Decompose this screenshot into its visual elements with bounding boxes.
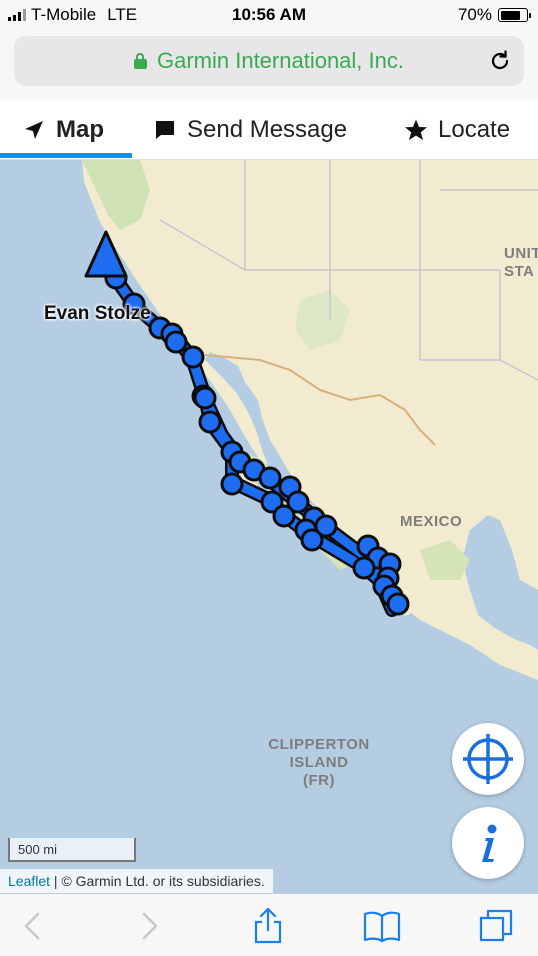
status-right: 70% (457, 5, 531, 25)
back-icon[interactable] (12, 906, 52, 946)
browser-toolbar (0, 893, 538, 956)
battery-icon (498, 8, 531, 22)
status-bar: T-Mobile LTE 10:56 AM 70% (0, 0, 538, 30)
tab-bar: Map Send Message Locate (0, 100, 538, 160)
reload-icon[interactable] (488, 49, 512, 73)
track-point[interactable] (164, 330, 188, 354)
map-view[interactable]: MEXICO UNIT STA CLIPPERTON ISLAND (FR) E… (0, 160, 538, 893)
tabs-icon[interactable] (476, 906, 516, 946)
star-icon (405, 119, 427, 140)
map-scale: 500 mi (8, 838, 136, 862)
info-icon (482, 824, 497, 862)
lock-icon (133, 53, 147, 69)
tab-locate[interactable]: Locate (404, 116, 510, 144)
battery-percent: 70% (457, 5, 492, 24)
address-bar[interactable]: Garmin International, Inc. (14, 36, 524, 86)
track-point[interactable] (300, 528, 324, 552)
tab-locate-label: Locate (438, 116, 511, 143)
share-icon[interactable] (248, 906, 288, 946)
map-attribution: Leaflet | © Garmin Ltd. or its subsidiar… (0, 869, 273, 893)
site-identity: Garmin International, Inc. (14, 48, 524, 74)
info-button[interactable] (452, 807, 524, 879)
locate-me-button[interactable] (452, 723, 524, 795)
track-point[interactable] (181, 345, 205, 369)
navigate-arrow-icon (25, 121, 43, 139)
bookmarks-icon[interactable] (362, 906, 402, 946)
track-point[interactable] (220, 472, 244, 496)
tracker-name-label: Evan Stolze (44, 303, 151, 324)
forward-icon[interactable] (130, 906, 170, 946)
tab-send-message[interactable]: Send Message (153, 116, 347, 144)
leaflet-link[interactable]: Leaflet (8, 873, 50, 889)
attribution-text: | © Garmin Ltd. or its subsidiaries. (50, 873, 265, 889)
track-point[interactable] (272, 504, 296, 528)
chat-bubble-icon (156, 121, 174, 139)
track-point[interactable] (198, 410, 222, 434)
track-point[interactable] (258, 466, 282, 490)
tab-map[interactable]: Map (22, 116, 104, 144)
active-tab-indicator (0, 153, 132, 158)
site-title: Garmin International, Inc. (156, 48, 404, 73)
tab-map-label: Map (56, 116, 104, 143)
track-point[interactable] (386, 592, 410, 616)
current-location-marker[interactable] (84, 230, 128, 278)
crosshair-icon (463, 734, 513, 784)
track-point[interactable] (352, 556, 376, 580)
track-point[interactable] (193, 386, 217, 410)
tab-send-message-label: Send Message (187, 116, 348, 143)
